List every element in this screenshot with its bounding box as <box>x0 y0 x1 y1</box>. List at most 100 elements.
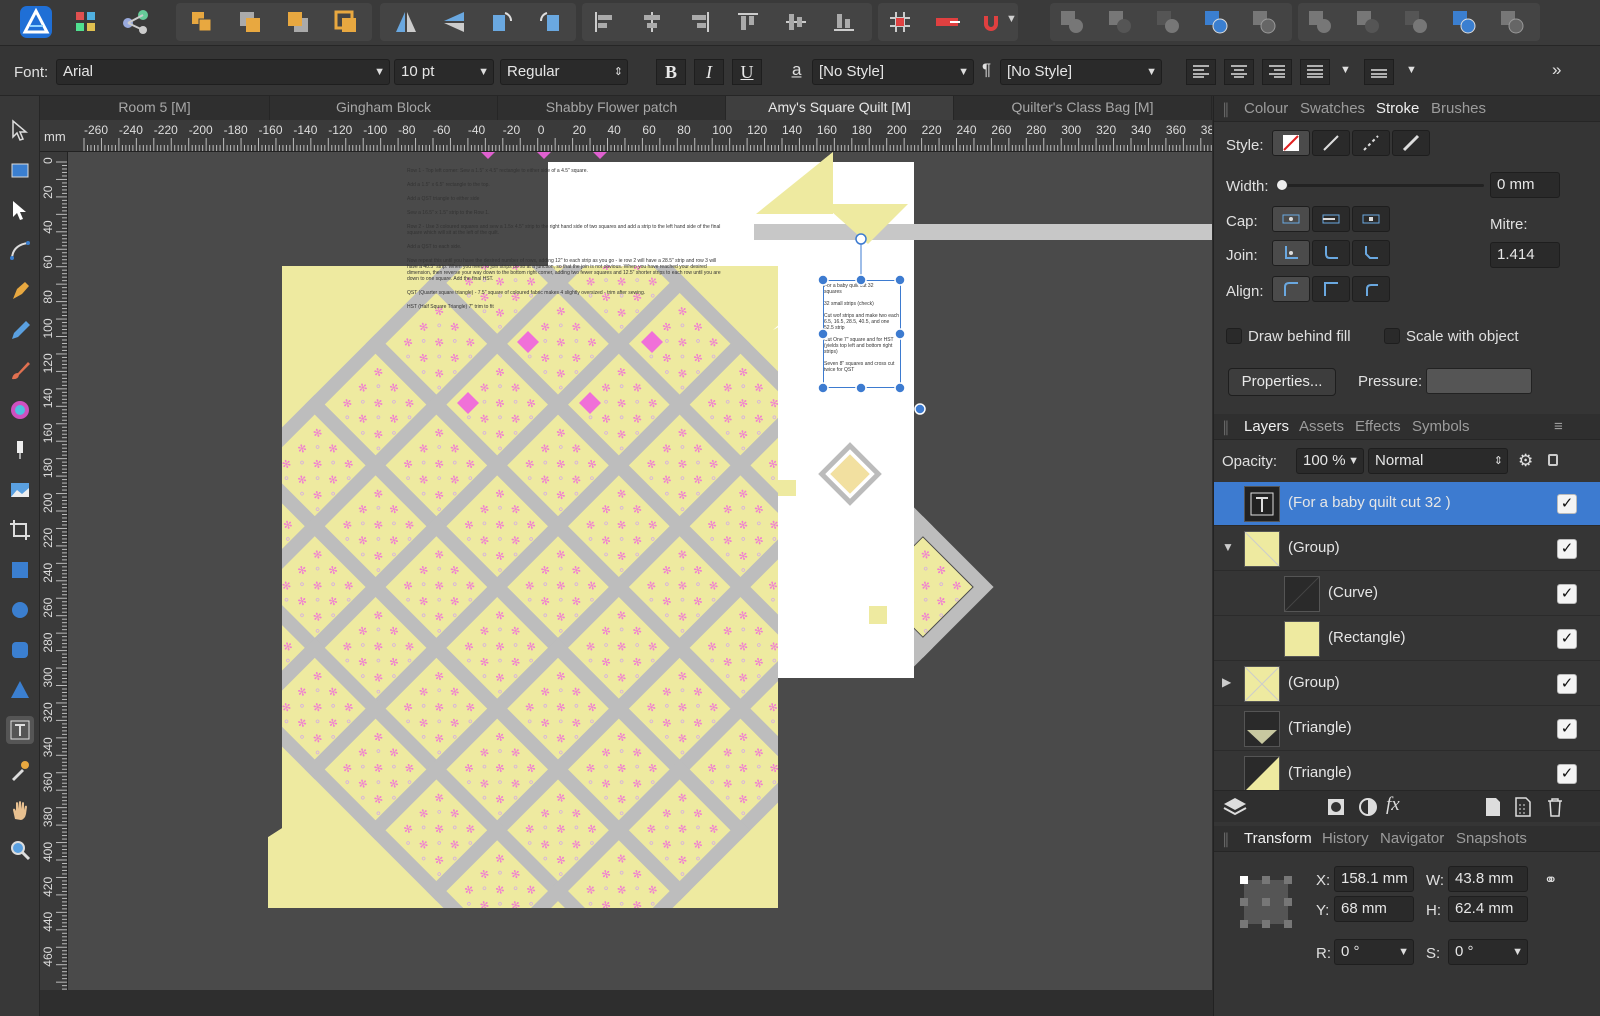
hand-tool-icon[interactable] <box>6 796 34 824</box>
underline-button[interactable]: U <box>732 59 762 85</box>
geometry-subtract-icon[interactable] <box>1348 5 1388 39</box>
vertical-ruler[interactable]: 0 20 40 60 80 100 120 140 160 180 200 220 240 260 280 3… <box>40 152 68 990</box>
italic-button[interactable]: I <box>694 59 724 85</box>
boolean-xor-icon[interactable] <box>1196 5 1236 39</box>
boolean-intersect-icon[interactable] <box>1148 5 1188 39</box>
tab-navigator[interactable]: Navigator <box>1380 830 1444 847</box>
bevel-join-icon[interactable] <box>1352 240 1390 266</box>
butt-cap-icon[interactable] <box>1272 206 1310 232</box>
align-center-stroke-icon[interactable] <box>1272 276 1310 302</box>
mask-layer-icon[interactable] <box>1326 797 1346 820</box>
chevron-down-icon[interactable]: ▼ <box>1406 64 1417 76</box>
share-icon[interactable] <box>116 5 156 39</box>
tab-layers[interactable]: Layers <box>1244 418 1289 435</box>
dash-line-icon[interactable] <box>1352 130 1390 156</box>
tab-quilters-class-bag[interactable]: Quilter's Class Bag [M] <box>954 96 1212 120</box>
align-bottom-icon[interactable] <box>824 5 864 39</box>
tab-snapshots[interactable]: Snapshots <box>1456 830 1527 847</box>
brush-tool-icon[interactable] <box>6 356 34 384</box>
align-text-center-icon[interactable] <box>1224 59 1254 85</box>
instruction-text-frame[interactable]: Row 1 - Top left corner: Sew a 1.5" x 4.… <box>407 168 727 318</box>
zoom-tool-icon[interactable] <box>6 836 34 864</box>
align-left-icon[interactable] <box>584 5 624 39</box>
layer-visibility-checkbox[interactable]: ✓ <box>1557 719 1577 739</box>
boolean-subtract-icon[interactable] <box>1100 5 1140 39</box>
color-picker-tool-icon[interactable] <box>6 756 34 784</box>
layer-row[interactable]: (Curve) ✓ <box>1214 572 1600 616</box>
w-input[interactable]: 43.8 mm <box>1448 866 1528 892</box>
square-cap-icon[interactable] <box>1352 206 1390 232</box>
tab-colour[interactable]: Colour <box>1244 100 1288 117</box>
tab-gingham-block[interactable]: Gingham Block <box>270 96 498 120</box>
tab-symbols[interactable]: Symbols <box>1412 418 1470 435</box>
paragraph-style-select[interactable]: [No Style] ▼ <box>1000 59 1162 85</box>
tab-swatches[interactable]: Swatches <box>1300 100 1365 117</box>
bold-button[interactable]: B <box>656 59 686 85</box>
rotate-right-icon[interactable] <box>530 5 570 39</box>
vertical-align-icon[interactable] <box>1364 59 1394 85</box>
layer-visibility-checkbox[interactable]: ✓ <box>1557 674 1577 694</box>
move-tool-icon[interactable] <box>6 116 34 144</box>
h-input[interactable]: 62.4 mm <box>1448 896 1528 922</box>
layer-row[interactable]: ▶ (Group) ✓ <box>1214 662 1600 706</box>
adjustment-icon[interactable] <box>1358 797 1378 820</box>
crop-tool-icon[interactable] <box>6 516 34 544</box>
tab-assets[interactable]: Assets <box>1299 418 1344 435</box>
pen-tool-icon[interactable] <box>6 276 34 304</box>
panel-grip-icon[interactable]: ∥ <box>1222 418 1230 436</box>
horizontal-ruler[interactable]: mm -260 -240 -220 -200 -180 -160 -140 -120 -100-… <box>40 120 1212 152</box>
layer-row[interactable]: (For a baby quilt cut 32 ) ✓ <box>1214 482 1600 526</box>
align-text-right-icon[interactable] <box>1262 59 1292 85</box>
width-slider-handle[interactable] <box>1276 179 1288 191</box>
mitre-input[interactable]: 1.414 <box>1490 242 1560 268</box>
font-size-select[interactable]: 10 pt ▼ <box>394 59 494 85</box>
panel-grip-icon[interactable]: ∥ <box>1222 100 1230 118</box>
scale-with-object-checkbox[interactable] <box>1384 328 1400 344</box>
tab-stroke[interactable]: Stroke <box>1376 100 1419 117</box>
node-tool-icon[interactable] <box>6 196 34 224</box>
flip-vertical-icon[interactable] <box>434 5 474 39</box>
flip-horizontal-icon[interactable] <box>386 5 426 39</box>
layer-row[interactable]: ▼ (Group) ✓ <box>1214 527 1600 571</box>
arrange-front-icon[interactable] <box>182 5 222 39</box>
corner-tool-icon[interactable] <box>6 236 34 264</box>
mitre-join-icon[interactable] <box>1272 240 1310 266</box>
arrange-back-icon[interactable] <box>278 5 318 39</box>
rotation-select[interactable]: 0 ° ▼ <box>1334 939 1414 965</box>
layer-visibility-checkbox[interactable]: ✓ <box>1557 494 1577 514</box>
add-pixel-layer-icon[interactable] <box>1514 797 1534 820</box>
affinity-logo-icon[interactable] <box>16 5 56 39</box>
arrange-forward-icon[interactable] <box>230 5 270 39</box>
align-right-icon[interactable] <box>680 5 720 39</box>
rotate-left-icon[interactable] <box>482 5 522 39</box>
expand-chevron-icon[interactable]: ▶ <box>1222 675 1231 689</box>
draw-behind-fill-checkbox[interactable] <box>1226 328 1242 344</box>
snapping-magnet-icon[interactable] <box>976 5 1006 39</box>
geometry-xor-icon[interactable] <box>1444 5 1484 39</box>
overflow-chevron-icon[interactable]: » <box>1552 60 1561 80</box>
round-cap-icon[interactable] <box>1312 206 1350 232</box>
pressure-curve-button[interactable] <box>1426 368 1532 394</box>
persona-grid-icon[interactable] <box>66 5 106 39</box>
texture-line-icon[interactable] <box>1392 130 1430 156</box>
layer-row[interactable]: (Triangle) ✓ <box>1214 707 1600 751</box>
transparency-tool-icon[interactable] <box>6 436 34 464</box>
width-input[interactable]: 0 mm <box>1490 172 1560 198</box>
align-middle-icon[interactable] <box>776 5 816 39</box>
tab-effects[interactable]: Effects <box>1355 418 1401 435</box>
align-top-icon[interactable] <box>728 5 768 39</box>
text-tool-icon[interactable] <box>6 716 34 744</box>
gear-icon[interactable]: ⚙ <box>1518 451 1533 471</box>
solid-line-icon[interactable] <box>1312 130 1350 156</box>
layer-row[interactable]: (Rectangle) ✓ <box>1214 617 1600 661</box>
fill-tool-icon[interactable] <box>6 396 34 424</box>
ellipse-tool-icon[interactable] <box>6 596 34 624</box>
place-image-tool-icon[interactable] <box>6 476 34 504</box>
snapping-grid-icon[interactable] <box>880 5 920 39</box>
font-family-select[interactable]: Arial ▼ <box>56 59 390 85</box>
lock-icon[interactable] <box>1548 454 1558 466</box>
tab-transform[interactable]: Transform <box>1244 830 1312 847</box>
shear-select[interactable]: 0 ° ▼ <box>1448 939 1528 965</box>
y-input[interactable]: 68 mm <box>1334 896 1414 922</box>
selected-text-frame[interactable]: For a baby quilt cut 32 squares 32 small s… <box>823 280 901 388</box>
